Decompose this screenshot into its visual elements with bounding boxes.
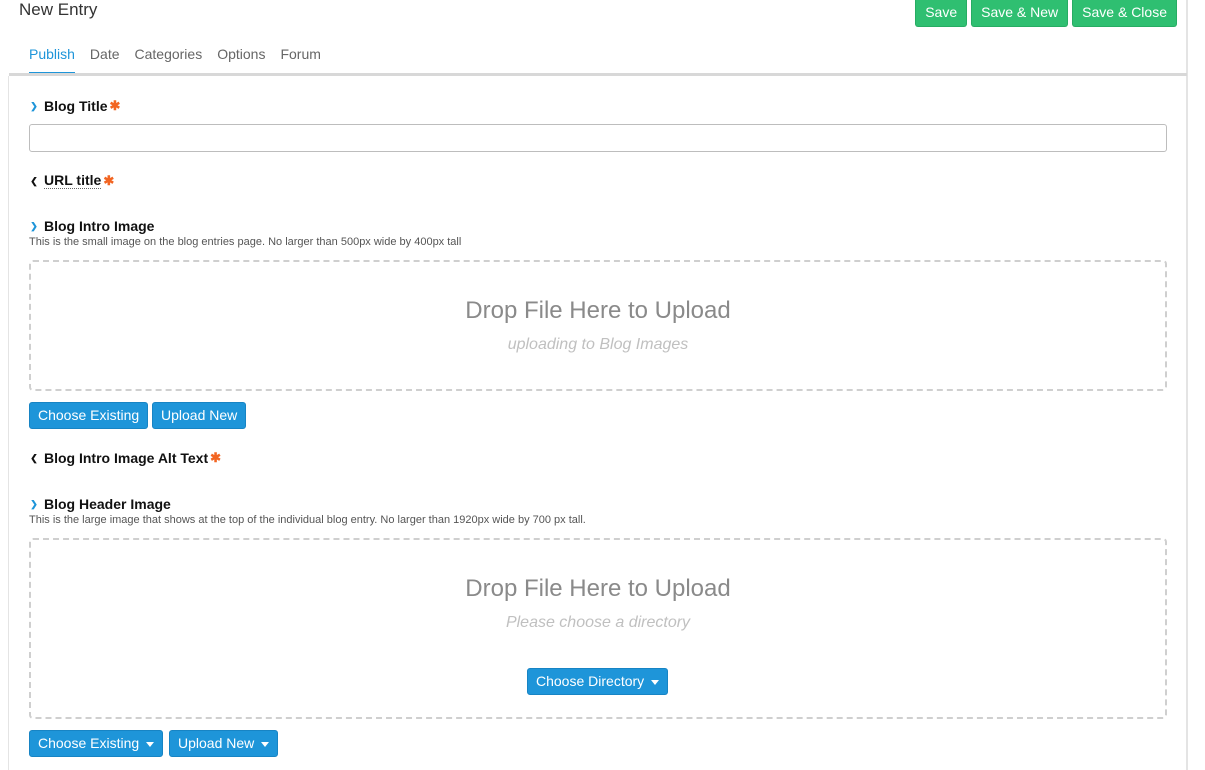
intro-dropzone-title: Drop File Here to Upload [465,297,731,324]
header-dropzone-subtitle: Please choose a directory [505,614,691,631]
header-image-label[interactable]: ❯ Blog Header Image [29,496,171,512]
choose-directory-button[interactable]: Choose Directory [527,668,669,695]
header-choose-existing-label: Choose Existing [38,735,140,751]
required-icon: ✱ [210,450,222,465]
header-upload-new-button[interactable]: Upload New [169,730,279,757]
blog-title-label-text: Blog Title [44,98,108,114]
save-button[interactable]: Save [915,0,968,27]
save-and-close-button[interactable]: Save & Close [1072,0,1177,27]
choose-directory-label: Choose Directory [536,673,645,689]
intro-alt-text-label-text: Blog Intro Image Alt Text [44,450,209,466]
intro-image-label-text: Blog Intro Image [44,218,155,234]
header-image-description: This is the large image that shows at th… [29,514,586,526]
header-choose-existing-button[interactable]: Choose Existing [29,730,164,757]
toolbar: Save Save & New Save & Close [915,0,1177,27]
header-dropzone-title: Drop File Here to Upload [465,575,731,602]
caret-down-icon [651,679,660,685]
url-title-label[interactable]: ❮ URL title ✱ [29,172,114,189]
caret-down-icon [261,741,270,747]
tab-forum[interactable]: Forum [280,46,320,74]
page-title: New Entry [19,0,98,19]
chevron-up-icon[interactable]: ❮ [29,174,39,188]
chevron-down-icon[interactable]: ❯ [29,99,39,113]
intro-dropzone-subtitle: uploading to Blog Images [507,336,689,353]
required-icon: ✱ [109,98,121,113]
intro-upload-new-button[interactable]: Upload New [152,402,247,429]
tab-bar: Publish Date Categories Options Forum [29,46,321,74]
save-and-new-button[interactable]: Save & New [971,0,1069,27]
intro-image-dropzone[interactable]: Drop File Here to Upload uploading to Bl… [29,260,1167,391]
header-image-label-text: Blog Header Image [44,496,171,512]
intro-choose-existing-button[interactable]: Choose Existing [29,402,149,429]
panel-border-left [8,76,9,770]
chevron-up-icon[interactable]: ❮ [29,451,39,465]
header-upload-new-label: Upload New [178,735,255,751]
tab-options[interactable]: Options [217,46,265,74]
tab-publish[interactable]: Publish [29,46,75,74]
intro-image-description: This is the small image on the blog entr… [29,236,462,248]
entry-editor: New Entry Save Save & New Save & Close P… [0,0,1205,770]
panel-border-right [1186,0,1188,770]
tab-divider [9,73,1187,76]
caret-down-icon [146,741,155,747]
chevron-down-icon[interactable]: ❯ [29,497,39,511]
required-icon: ✱ [103,172,115,188]
chevron-down-icon[interactable]: ❯ [29,219,39,233]
intro-image-label[interactable]: ❯ Blog Intro Image [29,218,154,234]
url-title-label-text: URL title [44,172,102,189]
intro-alt-text-label[interactable]: ❮ Blog Intro Image Alt Text ✱ [29,450,221,466]
tab-date[interactable]: Date [90,46,120,74]
blog-title-label[interactable]: ❯ Blog Title ✱ [29,98,120,114]
blog-title-input[interactable] [29,124,1167,152]
tab-categories[interactable]: Categories [135,46,203,74]
